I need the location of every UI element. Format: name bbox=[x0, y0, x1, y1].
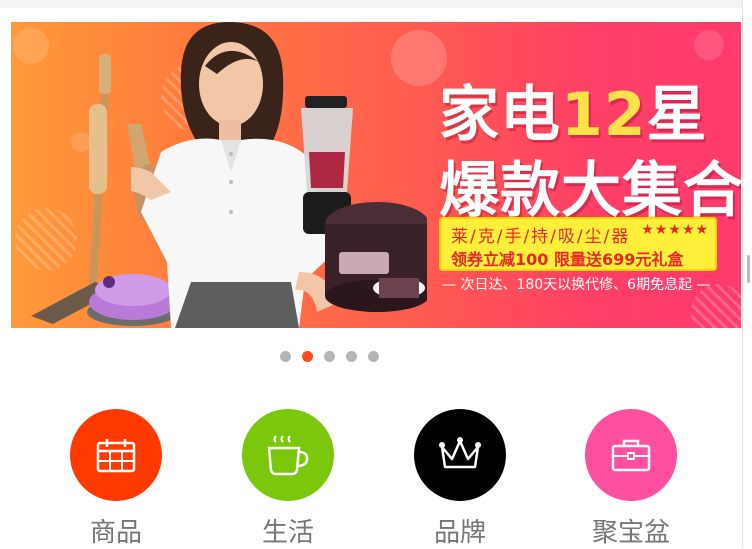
category-goods-circle[interactable] bbox=[70, 409, 162, 501]
headline-prefix: 家电 bbox=[439, 80, 561, 150]
carousel-dot[interactable] bbox=[346, 351, 357, 362]
category-treasure-circle[interactable] bbox=[585, 409, 677, 501]
headline-number: 12 bbox=[561, 80, 647, 150]
carousel-dot[interactable] bbox=[324, 351, 335, 362]
promo-box: 莱/克/手/持/吸/尘/器 ★★★★★ 领券立减100 限量送699元礼盒 bbox=[439, 217, 717, 271]
coffee-cup-icon bbox=[267, 435, 309, 476]
star-rating-icon: ★★★★★ bbox=[641, 222, 709, 238]
category-goods-label: 商品 bbox=[89, 518, 142, 548]
headline-line-1: 家电12星 bbox=[439, 66, 708, 153]
decor-bubble bbox=[694, 30, 724, 60]
promo-banner[interactable]: 家电12星 爆款大集合 莱/克/手/持/吸/尘/器 ★★★★★ 领券立减100 … bbox=[11, 22, 741, 328]
page-frame: 家电12星 爆款大集合 莱/克/手/持/吸/尘/器 ★★★★★ 领券立减100 … bbox=[0, 0, 743, 548]
kitchen-appliances-image bbox=[301, 96, 427, 312]
category-treasure-label: 聚宝盆 bbox=[591, 518, 670, 548]
briefcase-icon bbox=[611, 439, 651, 472]
banner-tagline: — 次日达、180天以换代修、6期免息起 — bbox=[442, 277, 711, 293]
scrollbar-handle[interactable] bbox=[747, 255, 750, 283]
category-life[interactable]: 生活 bbox=[242, 409, 334, 548]
promo-product-name: 莱/克/手/持/吸/尘/器 bbox=[451, 227, 631, 247]
calendar-icon bbox=[96, 439, 136, 473]
category-brand[interactable]: 品牌 bbox=[414, 409, 506, 548]
carousel-indicators bbox=[280, 351, 379, 363]
category-treasure[interactable]: 聚宝盆 bbox=[585, 409, 677, 548]
category-life-circle[interactable] bbox=[242, 409, 334, 501]
category-brand-circle[interactable] bbox=[414, 409, 506, 501]
promo-offer-text: 领券立减100 限量送699元礼盒 bbox=[451, 250, 684, 269]
carousel-dot-active[interactable] bbox=[302, 351, 313, 362]
crown-icon bbox=[439, 437, 481, 469]
carousel-dot[interactable] bbox=[368, 351, 379, 362]
top-edge bbox=[0, 0, 742, 8]
category-goods[interactable]: 商品 bbox=[70, 409, 162, 548]
headline-line-2: 爆款大集合 bbox=[439, 156, 741, 226]
category-brand-label: 品牌 bbox=[433, 518, 486, 548]
carousel-dot[interactable] bbox=[280, 351, 291, 362]
headline-suffix: 星 bbox=[646, 80, 708, 150]
category-life-label: 生活 bbox=[261, 518, 314, 548]
